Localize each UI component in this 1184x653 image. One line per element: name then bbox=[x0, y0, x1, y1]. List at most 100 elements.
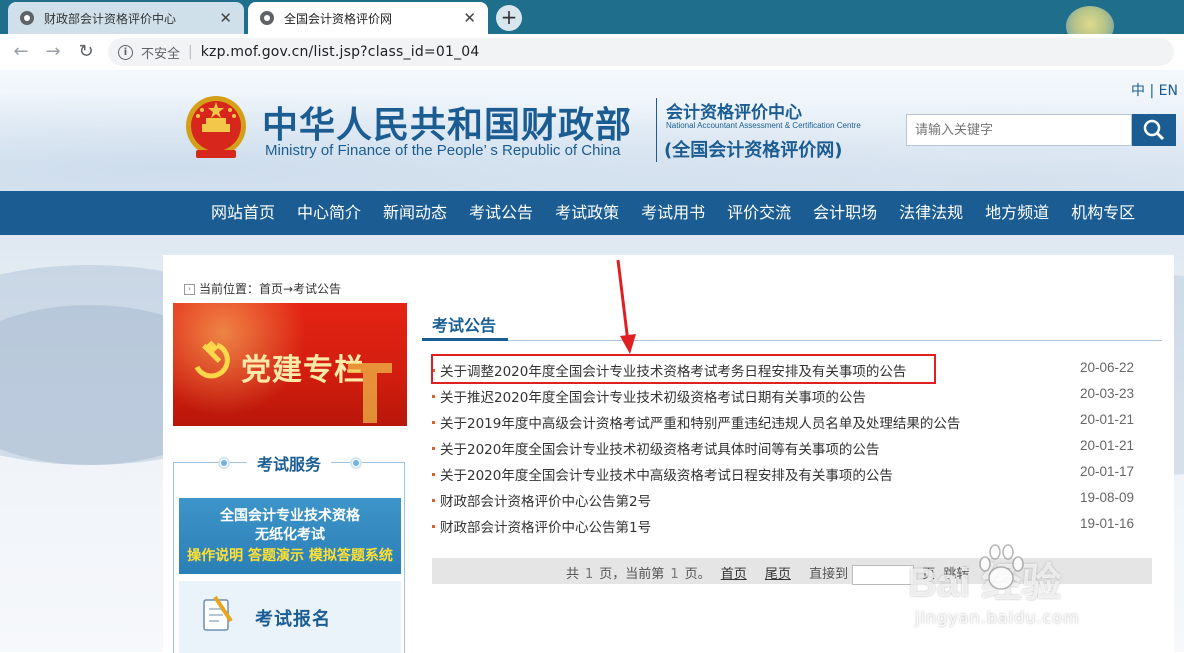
pager-total-prefix: 共 bbox=[566, 567, 580, 582]
tab-title: 全国会计资格评价网 bbox=[284, 11, 393, 26]
nav-evaluation[interactable]: 评价交流 bbox=[716, 191, 802, 235]
paperless-exam-banner[interactable]: 全国会计专业技术资格 无纸化考试 操作说明 答题演示 模拟答题系统 bbox=[179, 498, 401, 574]
pager-total-pages: 1 bbox=[585, 567, 594, 582]
close-tab-icon[interactable]: ✕ bbox=[219, 10, 232, 26]
notice-date: 20-01-17 bbox=[1079, 464, 1134, 479]
forward-arrow-icon[interactable]: → bbox=[42, 41, 64, 63]
tab-title: 财政部会计资格评价中心 bbox=[44, 11, 177, 26]
browser-tab-1[interactable]: 财政部会计资格评价中心 ✕ bbox=[8, 2, 244, 34]
url-text[interactable]: kzp.mof.gov.cn/list.jsp?class_id=01_04 bbox=[201, 44, 480, 60]
pagination: 共 1 页，当前第 1 页。 首页 尾页 直接到 页 跳转 bbox=[432, 558, 1152, 585]
nav-home[interactable]: 网站首页 bbox=[200, 191, 286, 235]
service-title: 考试服务 bbox=[246, 455, 331, 474]
notice-title[interactable]: 关于2020年度全国会计专业技术中高级资格考试日程安排及有关事项的公告 bbox=[440, 464, 893, 484]
notice-title[interactable]: 关于2019年度中高级会计资格考试严重和特别严重违纪违规人员名单及处理结果的公告 bbox=[440, 412, 960, 432]
bullet bbox=[432, 395, 435, 398]
list-item[interactable]: 关于推迟2020年度全国会计专业技术初级资格考试日期有关事项的公告 20-03-… bbox=[432, 383, 1138, 409]
nav-exam-notices[interactable]: 考试公告 bbox=[458, 191, 544, 235]
notice-date: 20-06-22 bbox=[1079, 360, 1134, 375]
browser-tab-2[interactable]: 全国会计资格评价网 ✕ bbox=[248, 2, 488, 34]
close-tab-icon[interactable]: ✕ bbox=[463, 10, 476, 26]
exam-service-box: 考试服务 全国会计专业技术资格 无纸化考试 操作说明 答题演示 模拟答题系统 考… bbox=[173, 455, 405, 653]
exam-registration-link[interactable]: 考试报名 bbox=[179, 581, 401, 653]
security-label: 不安全 bbox=[141, 46, 181, 62]
nav-laws[interactable]: 法律法规 bbox=[888, 191, 974, 235]
bullet bbox=[432, 473, 435, 476]
globe-icon bbox=[260, 11, 274, 25]
address-bar-row: ← → ↻ i 不安全 | kzp.mof.gov.cn/list.jsp?cl… bbox=[0, 34, 1184, 71]
breadcrumb: › 当前位置：首页→考试公告 bbox=[184, 280, 341, 297]
section-title: 考试公告 bbox=[432, 316, 497, 335]
back-arrow-icon[interactable]: ← bbox=[10, 41, 32, 63]
notice-date: 20-01-21 bbox=[1079, 412, 1134, 427]
notice-date: 20-03-23 bbox=[1079, 386, 1134, 401]
section-underline bbox=[422, 340, 1162, 341]
notice-date: 19-08-09 bbox=[1079, 490, 1134, 505]
clipboard-pen-icon bbox=[203, 595, 233, 631]
new-tab-button[interactable]: + bbox=[496, 5, 522, 31]
notice-date: 20-01-21 bbox=[1079, 438, 1134, 453]
party-banner-title: 党建专栏 bbox=[241, 353, 365, 388]
breadcrumb-text: 当前位置：首页→考试公告 bbox=[199, 282, 342, 296]
search-icon bbox=[1143, 119, 1165, 141]
nav-news[interactable]: 新闻动态 bbox=[372, 191, 458, 235]
notice-list: 关于调整2020年度全国会计专业技术资格考试考务日程安排及有关事项的公告 20-… bbox=[432, 357, 1138, 539]
center-site-name: (全国会计资格评价网) bbox=[664, 140, 843, 161]
highlight-box bbox=[431, 354, 936, 384]
jump-label: 直接到 bbox=[809, 567, 849, 582]
go-button[interactable]: 跳转 bbox=[943, 567, 969, 582]
nav-local[interactable]: 地方频道 bbox=[974, 191, 1060, 235]
bullet bbox=[432, 421, 435, 424]
jump-page-input[interactable] bbox=[852, 564, 915, 585]
first-page-link[interactable]: 首页 bbox=[721, 567, 747, 582]
site-search bbox=[906, 114, 1176, 146]
header-divider bbox=[656, 98, 657, 162]
url-omnibox[interactable]: i 不安全 | kzp.mof.gov.cn/list.jsp?class_id… bbox=[108, 38, 1174, 66]
list-item[interactable]: 关于2020年度全国会计专业技术初级资格考试具体时间等有关事项的公告 20-01… bbox=[432, 435, 1138, 461]
main-nav: 网站首页 中心简介 新闻动态 考试公告 考试政策 考试用书 评价交流 会计职场 … bbox=[0, 191, 1184, 235]
red-arrow-annotation bbox=[616, 259, 636, 354]
pager-current-suffix: 页。 bbox=[684, 567, 711, 582]
notice-title[interactable]: 财政部会计资格评价中心公告第1号 bbox=[440, 516, 651, 536]
center-title: 会计资格评价中心 bbox=[666, 103, 802, 123]
notice-title[interactable]: 关于推迟2020年度全国会计专业技术初级资格考试日期有关事项的公告 bbox=[440, 386, 866, 406]
bullet bbox=[432, 525, 435, 528]
language-switch[interactable]: 中 | EN bbox=[1131, 80, 1178, 100]
section-underline-active bbox=[422, 338, 508, 341]
ministry-title: 中华人民共和国财政部 bbox=[262, 105, 633, 146]
site-header: 中华人民共和国财政部 Ministry of Finance of the Pe… bbox=[0, 70, 1184, 191]
divider: | bbox=[188, 44, 193, 60]
nav-about[interactable]: 中心简介 bbox=[286, 191, 372, 235]
list-item[interactable]: 关于2019年度中高级会计资格考试严重和特别严重违纪违规人员名单及处理结果的公告… bbox=[432, 409, 1138, 435]
paperless-line-3: 操作说明 答题演示 模拟答题系统 bbox=[187, 548, 393, 564]
search-button[interactable] bbox=[1132, 114, 1176, 146]
register-label: 考试报名 bbox=[255, 609, 331, 630]
pager-current: 1 bbox=[670, 567, 679, 582]
list-item[interactable]: 财政部会计资格评价中心公告第1号 19-01-16 bbox=[432, 513, 1138, 539]
notice-title[interactable]: 关于2020年度全国会计专业技术初级资格考试具体时间等有关事项的公告 bbox=[440, 438, 879, 458]
list-item[interactable]: 关于2020年度全国会计专业技术中高级资格考试日程安排及有关事项的公告 20-0… bbox=[432, 461, 1138, 487]
party-building-banner[interactable]: 党建专栏 bbox=[173, 303, 407, 426]
ministry-title-en: Ministry of Finance of the People’ s Rep… bbox=[265, 142, 621, 159]
center-title-en: National Accountant Assessment & Certifi… bbox=[666, 121, 861, 130]
browser-tab-bar: 财政部会计资格评价中心 ✕ 全国会计资格评价网 ✕ + bbox=[0, 0, 1184, 46]
bullet bbox=[432, 499, 435, 502]
last-page-link[interactable]: 尾页 bbox=[765, 567, 791, 582]
hammer-sickle-icon bbox=[194, 340, 230, 379]
paperless-line-1: 全国会计专业技术资格 bbox=[220, 508, 360, 524]
reload-icon[interactable]: ↻ bbox=[75, 41, 97, 63]
list-item[interactable]: 财政部会计资格评价中心公告第2号 19-08-09 bbox=[432, 487, 1138, 513]
paperless-line-2: 无纸化考试 bbox=[255, 527, 325, 543]
bullet bbox=[432, 447, 435, 450]
info-icon[interactable]: i bbox=[118, 44, 133, 60]
nav-institutions[interactable]: 机构专区 bbox=[1060, 191, 1146, 235]
national-emblem-icon bbox=[186, 96, 246, 158]
nav-careers[interactable]: 会计职场 bbox=[802, 191, 888, 235]
nav-exam-policy[interactable]: 考试政策 bbox=[544, 191, 630, 235]
notice-title[interactable]: 财政部会计资格评价中心公告第2号 bbox=[440, 490, 651, 510]
chevron-right-icon: › bbox=[184, 284, 195, 295]
notice-date: 19-01-16 bbox=[1079, 516, 1134, 531]
search-input[interactable] bbox=[906, 114, 1132, 146]
nav-exam-books[interactable]: 考试用书 bbox=[630, 191, 716, 235]
globe-icon bbox=[20, 11, 34, 25]
